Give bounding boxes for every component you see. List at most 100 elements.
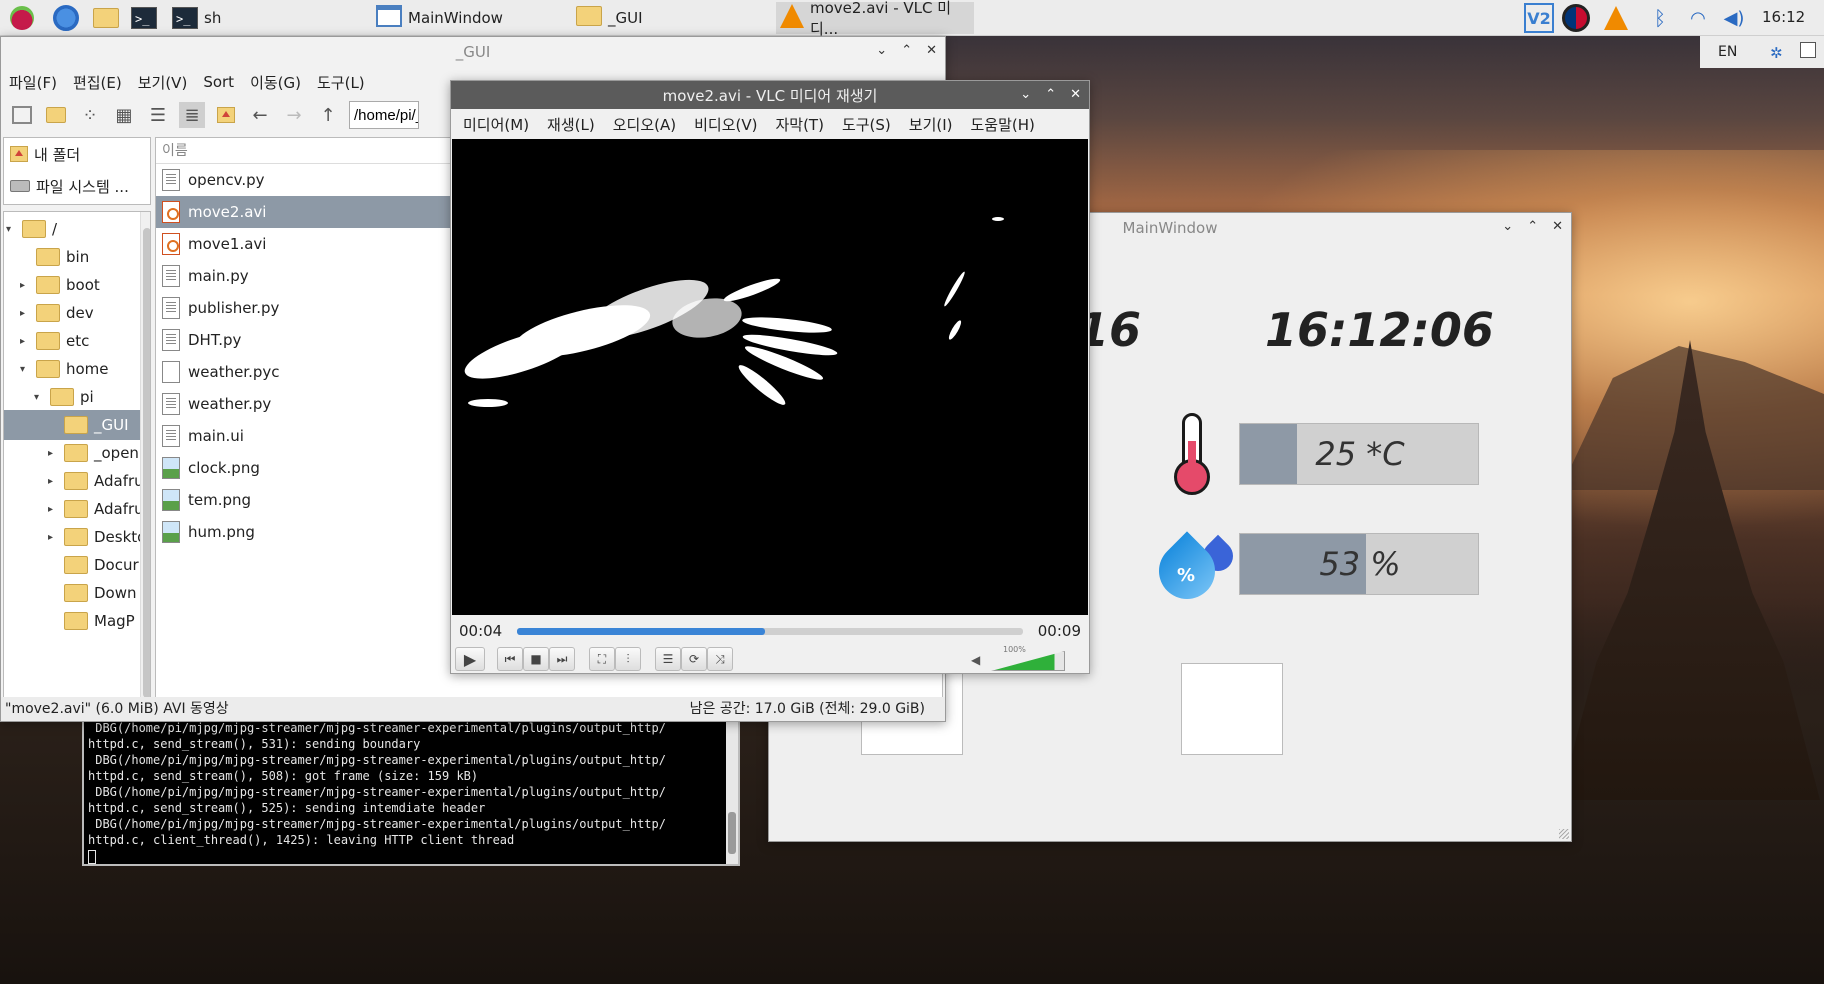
place-home[interactable]: 내 폴더	[4, 138, 150, 170]
terminal-launcher-icon[interactable]: >_	[130, 4, 158, 32]
speaker-icon[interactable]: ◀	[971, 653, 980, 667]
file-manager-titlebar[interactable]: _GUI ⌄ ⌃ ✕	[1, 37, 945, 67]
menu-go[interactable]: 이동(G)	[250, 72, 301, 93]
terminal-line: DBG(/home/pi/mjpg/mjpg-streamer/mjpg-str…	[88, 753, 666, 767]
tree-node[interactable]: ▸ _open	[48, 438, 139, 468]
place-filesystem[interactable]: 파일 시스템 ...	[4, 170, 150, 202]
menu-audio[interactable]: 오디오(A)	[613, 114, 676, 135]
vlc-titlebar[interactable]: move2.avi - VLC 미디어 재생기 ⌄ ⌃ ✕	[451, 81, 1089, 109]
close-icon[interactable]: ✕	[926, 43, 937, 58]
seek-slider[interactable]	[517, 628, 1023, 635]
menu-subtitle[interactable]: 자막(T)	[775, 114, 823, 135]
taskbar-task-sh[interactable]: >_ sh	[172, 2, 362, 34]
previous-button[interactable]: ⏮	[497, 647, 523, 671]
close-icon[interactable]: ✕	[1070, 87, 1081, 102]
tree-node[interactable]: Docur	[48, 550, 139, 580]
tree-node[interactable]: ▸ Adafru	[48, 466, 144, 496]
loop-button[interactable]: ⟳	[681, 647, 707, 671]
resize-grip[interactable]	[1559, 829, 1569, 839]
vnc-icon[interactable]: V2	[1522, 2, 1556, 34]
clock[interactable]: 16:12	[1762, 8, 1805, 26]
tree-scrollbar[interactable]	[140, 212, 150, 714]
menu-sort[interactable]: Sort	[203, 73, 234, 91]
tree-node[interactable]: bin	[20, 242, 89, 272]
file-manager-launcher-icon[interactable]	[92, 4, 120, 32]
text-file-icon	[162, 393, 180, 415]
menu-media[interactable]: 미디어(M)	[463, 114, 529, 135]
tree-node[interactable]: ▸ Deskto	[48, 522, 146, 552]
thumbnail-view-icon[interactable]: ▦	[111, 102, 137, 128]
tree-node-selected[interactable]: _GUI	[4, 410, 140, 440]
menu-help[interactable]: 도움말(H)	[971, 114, 1035, 135]
vlc-tray-icon[interactable]	[1602, 4, 1630, 32]
maximize-icon[interactable]: ⌃	[1045, 87, 1056, 102]
video-frame[interactable]	[452, 139, 1088, 615]
tree-node[interactable]: ▸ dev	[20, 298, 94, 328]
bluetooth-icon[interactable]: ᛒ	[1646, 4, 1674, 32]
next-button[interactable]: ⏭	[549, 647, 575, 671]
tray-extension: EN ✲	[1700, 36, 1824, 68]
menu-view[interactable]: 보기(V)	[138, 72, 188, 93]
humidity-value: 53 %	[1319, 545, 1401, 583]
compact-view-icon[interactable]: ☰	[145, 102, 171, 128]
terminal-window[interactable]: DBG(/home/pi/mjpg/mjpg-streamer/mjpg-str…	[82, 710, 740, 866]
tree-node[interactable]: ▾ /	[6, 214, 57, 244]
cpu-monitor-icon[interactable]: ✲	[1770, 44, 1783, 62]
new-window-icon[interactable]	[9, 102, 35, 128]
taskbar-task-label: MainWindow	[408, 9, 503, 27]
menu-file[interactable]: 파일(F)	[9, 72, 57, 93]
play-button[interactable]: ▶	[455, 647, 485, 671]
image-file-icon	[162, 521, 180, 543]
tree-node[interactable]: ▸ boot	[20, 270, 100, 300]
previous-icon: ⏮	[504, 651, 516, 666]
volume-icon[interactable]: ◀)	[1720, 4, 1748, 32]
vlc-window: move2.avi - VLC 미디어 재생기 ⌄ ⌃ ✕ 미디어(M) 재생(…	[450, 80, 1090, 674]
tree-node[interactable]: MagP	[48, 606, 135, 636]
minimize-icon[interactable]: ⌄	[1020, 87, 1031, 102]
terminal-scrollbar[interactable]	[726, 712, 738, 864]
tree-node[interactable]: ▾ pi	[34, 382, 94, 412]
back-icon[interactable]: ←	[247, 102, 273, 128]
home-icon[interactable]	[213, 102, 239, 128]
folder-icon	[64, 444, 88, 462]
wifi-icon[interactable]: ◠	[1684, 4, 1712, 32]
extended-settings-button[interactable]: ⫶	[615, 647, 641, 671]
tree-node[interactable]: Down	[48, 578, 137, 608]
close-icon[interactable]: ✕	[1552, 219, 1563, 234]
minimize-icon[interactable]: ⌄	[1502, 219, 1513, 234]
eject-icon[interactable]	[1800, 42, 1816, 58]
menu-playback[interactable]: 재생(L)	[547, 114, 595, 135]
menu-tools[interactable]: 도구(S)	[842, 114, 891, 135]
image-file-icon	[162, 489, 180, 511]
input-method-icon[interactable]	[1562, 4, 1590, 32]
list-view-icon[interactable]: ≣	[179, 102, 205, 128]
taskbar-task-mainwindow[interactable]: MainWindow	[376, 2, 566, 34]
path-input[interactable]	[349, 101, 419, 129]
text-file-icon	[162, 265, 180, 287]
playlist-button[interactable]: ☰	[655, 647, 681, 671]
menu-tools[interactable]: 도구(L)	[317, 72, 365, 93]
new-folder-icon[interactable]	[43, 102, 69, 128]
keyboard-layout-label[interactable]: EN	[1718, 44, 1737, 60]
maximize-icon[interactable]: ⌃	[1527, 219, 1538, 234]
taskbar-task-label: sh	[204, 9, 222, 27]
stop-button[interactable]: ■	[523, 647, 549, 671]
minimize-icon[interactable]: ⌄	[876, 43, 887, 58]
tree-node[interactable]: ▸ etc	[20, 326, 89, 356]
browser-launcher-icon[interactable]	[52, 4, 80, 32]
volume-slider[interactable]: 100%	[991, 645, 1065, 671]
menu-edit[interactable]: 편집(E)	[73, 72, 122, 93]
taskbar-task-vlc[interactable]: move2.avi - VLC 미디...	[776, 0, 974, 38]
taskbar-task-gui[interactable]: _GUI	[576, 2, 766, 34]
up-icon[interactable]: ↑	[315, 102, 341, 128]
menu-view[interactable]: 보기(I)	[909, 114, 953, 135]
maximize-icon[interactable]: ⌃	[901, 43, 912, 58]
fullscreen-button[interactable]: ⛶	[589, 647, 615, 671]
shuffle-button[interactable]: ⤨	[707, 647, 733, 671]
raspberry-menu-icon[interactable]	[8, 4, 36, 32]
tree-node[interactable]: ▸ Adafru	[48, 494, 144, 524]
menu-video[interactable]: 비디오(V)	[694, 114, 757, 135]
tree-node[interactable]: ▾ home	[20, 354, 109, 384]
forward-icon[interactable]: →	[281, 102, 307, 128]
icon-view-icon[interactable]: ⁘	[77, 102, 103, 128]
